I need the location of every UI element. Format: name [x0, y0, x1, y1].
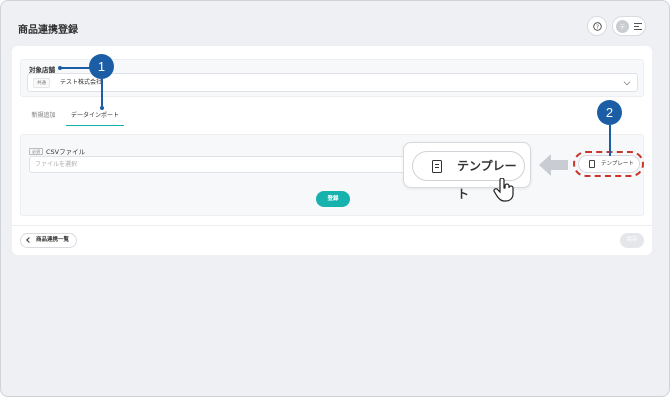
file-input[interactable]: ファイルを選択 [29, 156, 425, 173]
arrow-left-icon [539, 154, 568, 176]
back-button[interactable]: 商品連携一覧 [20, 233, 77, 248]
main-card: 対象店舗 共通 テスト株式会社 新規追加 データインポート 必須 CSVファイル… [12, 46, 652, 255]
hand-cursor-icon [493, 178, 514, 202]
chevron-left-icon [26, 237, 32, 243]
divider [12, 225, 652, 226]
required-tag: 必須 [29, 147, 43, 155]
menu-icon [634, 23, 642, 30]
avatar: テ [616, 20, 629, 33]
document-icon [432, 160, 442, 173]
save-button[interactable]: 保存 [620, 233, 644, 248]
help-icon: ? [592, 21, 602, 31]
csv-label: 必須 CSVファイル [29, 146, 85, 156]
callout-dot-1b [100, 106, 104, 110]
store-name: テスト株式会社 [60, 79, 103, 86]
tab-new[interactable]: 新規追加 [22, 106, 65, 126]
callout-dot-1 [58, 66, 62, 70]
callout-line-1b [59, 67, 90, 69]
store-tag: 共通 [33, 78, 50, 88]
callout-line-2 [609, 125, 611, 156]
app-window: 商品連携登録 ? テ 対象店舗 共通 テスト株式会社 新規追加 データインポート… [0, 0, 670, 397]
register-button[interactable]: 登録 [316, 191, 350, 207]
store-select[interactable]: 共通 テスト株式会社 [27, 73, 638, 92]
user-menu-button[interactable]: テ [612, 16, 646, 36]
csv-label-text: CSVファイル [46, 148, 86, 156]
callout-badge-1: 1 [89, 54, 114, 79]
callout-badge-2: 2 [597, 100, 622, 125]
callout-line-1 [101, 79, 103, 108]
tab-data-import[interactable]: データインポート [66, 106, 124, 126]
svg-text:?: ? [596, 24, 599, 30]
zoom-template-button: テンプレート [412, 151, 525, 201]
page-title: 商品連携登録 [18, 25, 78, 36]
chevron-down-icon [623, 78, 631, 86]
back-label: 商品連携一覧 [36, 237, 70, 243]
help-button[interactable]: ? [587, 16, 607, 36]
